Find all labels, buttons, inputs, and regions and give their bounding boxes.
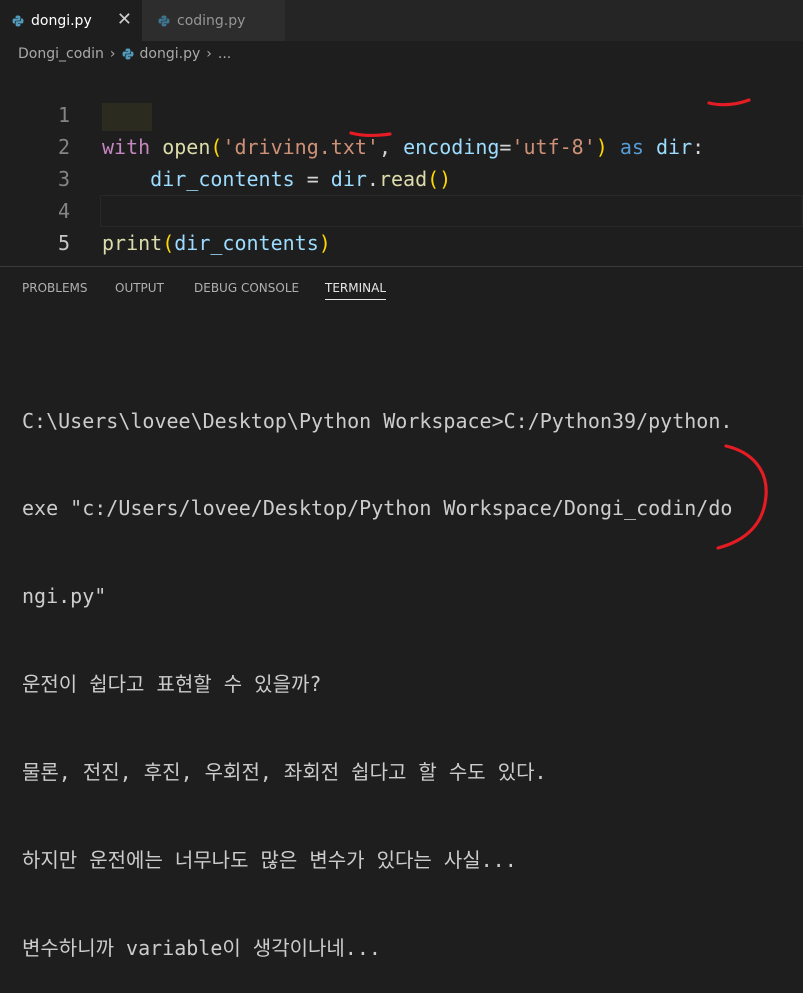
python-file-icon (122, 48, 134, 60)
breadcrumb-file[interactable]: dongi.py (140, 46, 201, 62)
code-line[interactable]: 2 dir_contents = dir.read() (0, 99, 803, 191)
breadcrumb: Dongi_codin › dongi.py › ... (18, 43, 231, 65)
tab-output[interactable]: OUTPUT (115, 280, 164, 296)
tab-debug-console[interactable]: DEBUG CONSOLE (194, 280, 299, 296)
tab-label: dongi.py (31, 13, 92, 29)
tab-problems[interactable]: PROBLEMS (22, 280, 88, 296)
code-line[interactable]: 1 with open('driving.txt', encoding='utf… (0, 67, 803, 159)
code-editor[interactable]: 1 with open('driving.txt', encoding='utf… (0, 67, 803, 267)
line-number: 5 (57, 231, 70, 255)
chevron-right-icon: › (109, 46, 116, 62)
terminal-output[interactable]: C:\Users\lovee\Desktop\Python Workspace>… (22, 348, 802, 993)
code-token: dir_contents (174, 231, 319, 255)
terminal-line: 물론, 전진, 후진, 우회전, 좌회전 쉽다고 할 수도 있다. (22, 760, 547, 785)
code-line[interactable]: 4 print(dir_contents) (0, 163, 803, 255)
terminal-line: 운전이 쉽다고 표현할 수 있을까? (22, 672, 322, 697)
chevron-right-icon: › (206, 46, 212, 62)
terminal-line: exe "c:/Users/lovee/Desktop/Python Works… (22, 496, 733, 521)
python-file-icon (12, 15, 24, 27)
terminal-line: ngi.py" (22, 584, 107, 609)
tab-terminal[interactable]: TERMINAL (325, 280, 387, 300)
tab-label: coding.py (177, 12, 246, 29)
tab-dongi-py[interactable]: dongi.py ✕ (0, 0, 142, 41)
code-token: print (102, 231, 163, 255)
python-file-icon (158, 15, 170, 26)
breadcrumb-folder[interactable]: Dongi_codin (18, 46, 104, 62)
panel-separator (0, 266, 803, 267)
code-token: ( (162, 231, 175, 255)
tab-coding-py[interactable]: coding.py (142, 0, 285, 41)
code-line[interactable]: 3 (0, 131, 803, 191)
code-line[interactable]: 5 (0, 195, 803, 255)
terminal-line: 하지만 운전에는 너무나도 많은 변수가 있다는 사실... (22, 848, 517, 873)
editor-tab-bar: dongi.py ✕ coding.py (0, 0, 803, 41)
terminal-line: 변수하니까 variable이 생각이나네... (22, 935, 381, 960)
terminal-line: C:\Users\lovee\Desktop\Python Workspace>… (22, 408, 733, 433)
breadcrumb-more[interactable]: ... (218, 46, 231, 62)
close-icon[interactable]: ✕ (117, 10, 132, 30)
code-token: ) (318, 231, 331, 255)
line-code: print(dir_contents) (102, 227, 331, 259)
